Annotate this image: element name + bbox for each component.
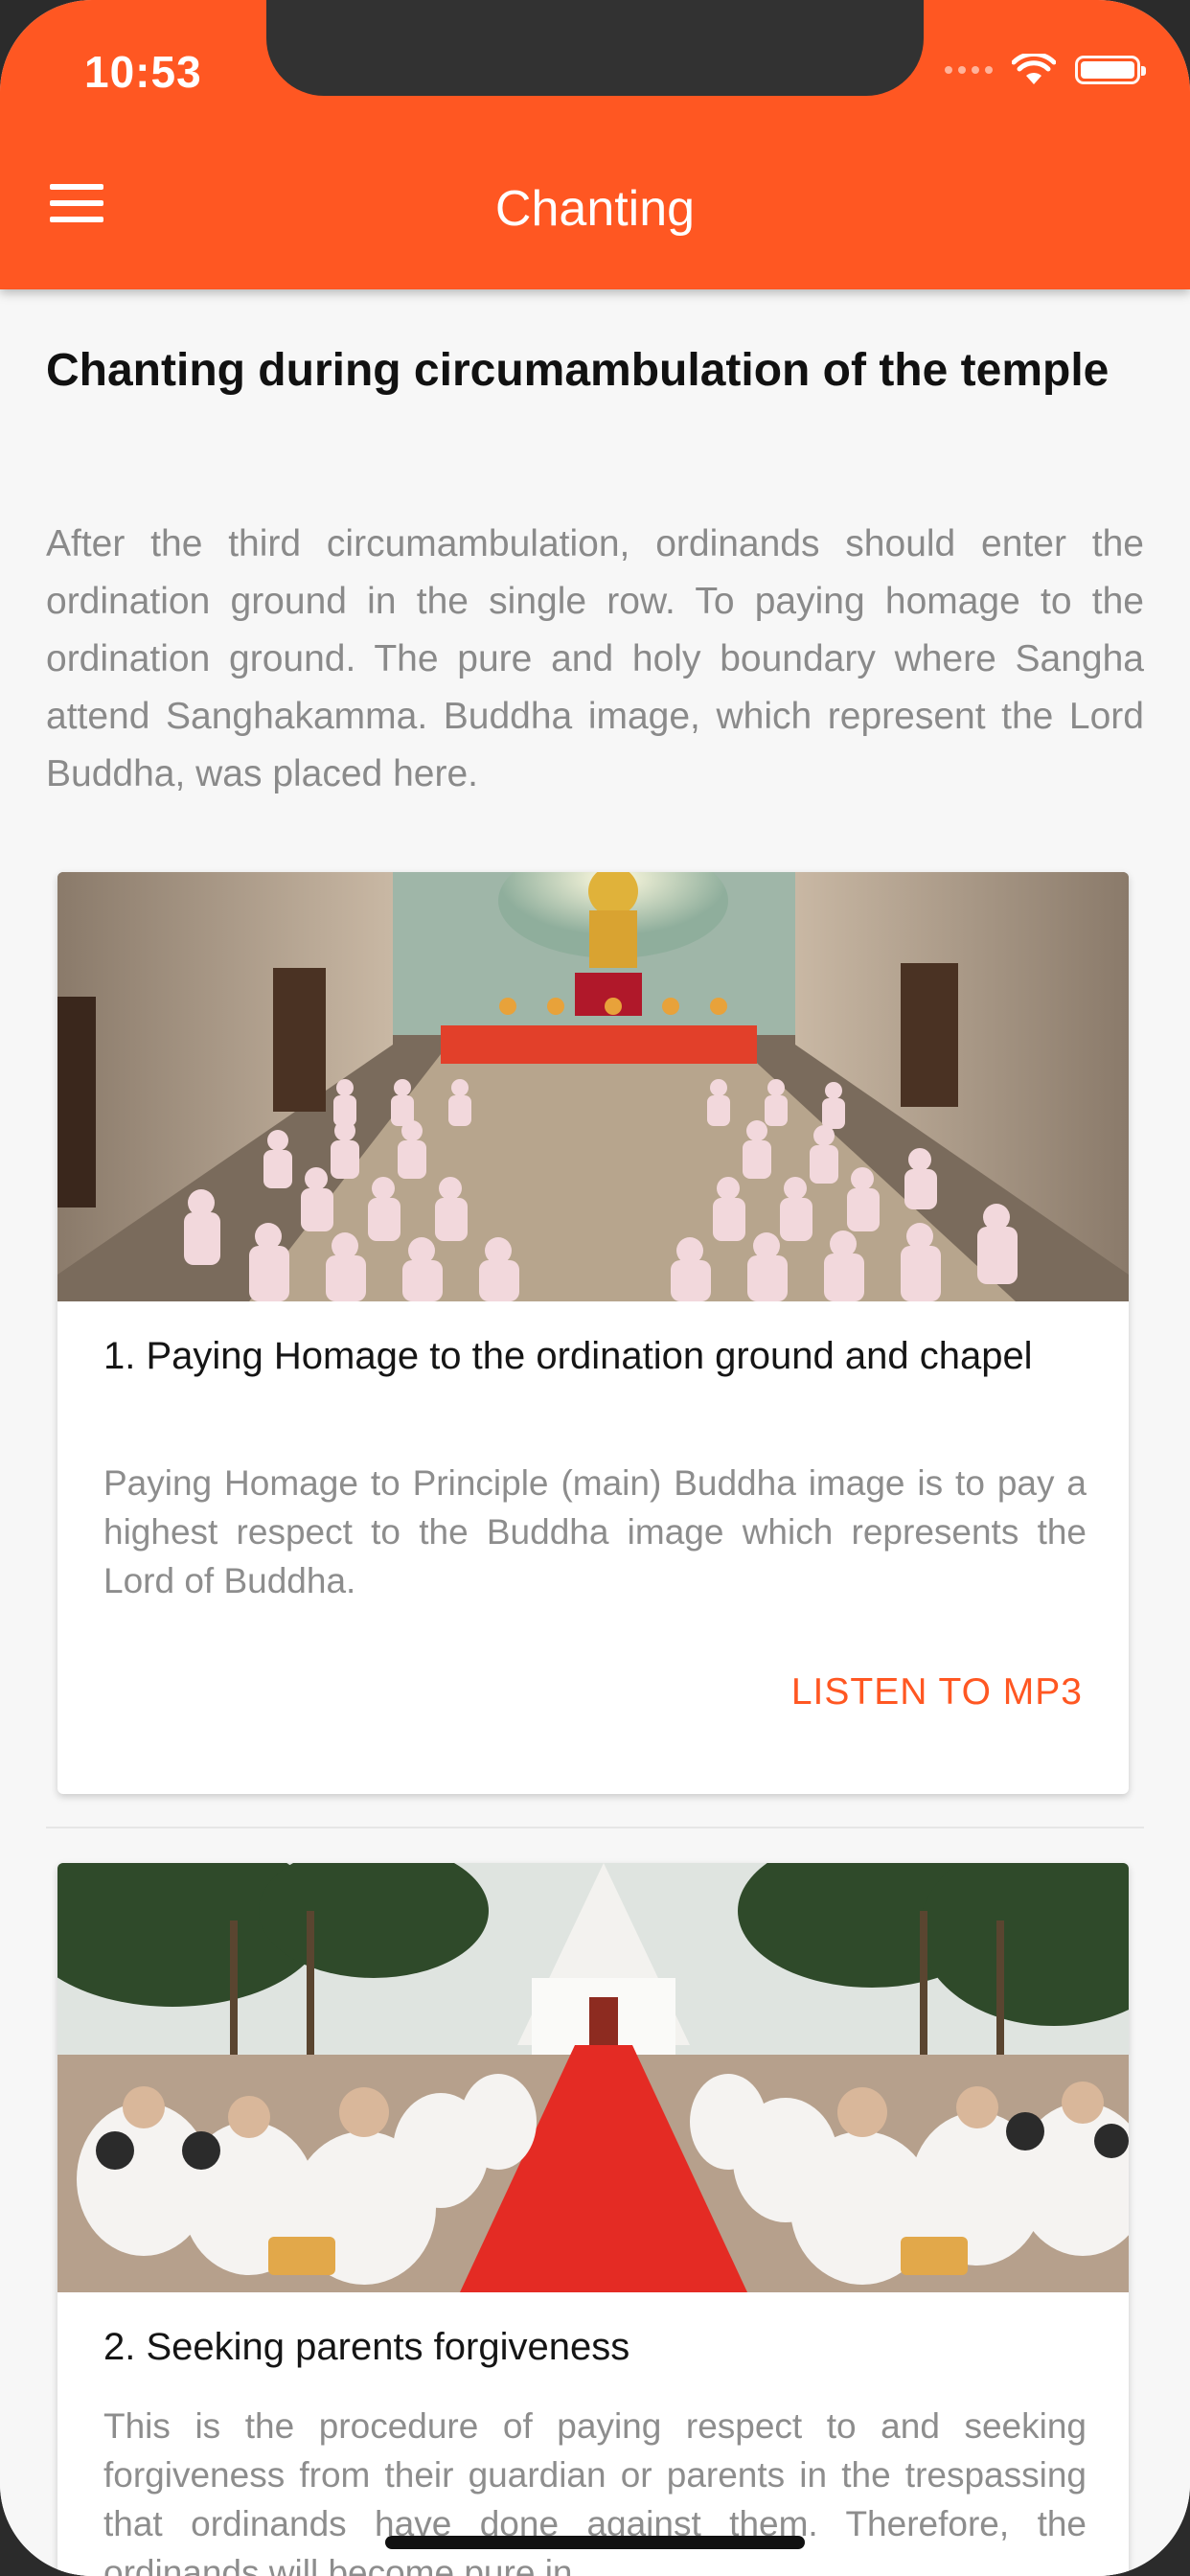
section-description: After the third circumambulation, ordina…: [46, 523, 1144, 794]
chant-card-2: 2. Seeking parents forgiveness This is t…: [57, 1863, 1129, 2576]
section-title: Chanting during circumambulation of the …: [46, 345, 1110, 396]
card-title: 2. Seeking parents forgiveness: [103, 2326, 630, 2368]
monks-in-ordination-hall-photo: [57, 872, 1129, 1301]
card-divider: [46, 1827, 1144, 1828]
home-indicator[interactable]: [385, 2536, 805, 2549]
card-text: Paying Homage to Principle (main) Buddha…: [103, 1463, 1087, 1600]
phone-screen: 10:53 Chanting Chanting during circumamb…: [0, 0, 1190, 2576]
cellular-signal-icon: [945, 66, 993, 74]
main-content[interactable]: Chanting during circumambulation of the …: [0, 289, 1190, 2576]
battery-icon: [1075, 56, 1146, 84]
ordinands-seeking-forgiveness-outdoor-photo: [57, 1863, 1129, 2292]
status-icons: [945, 54, 1146, 86]
card-title: 1. Paying Homage to the ordination groun…: [103, 1335, 1033, 1377]
card-text: This is the procedure of paying respect …: [103, 2406, 1087, 2576]
status-time: 10:53: [84, 47, 202, 97]
wifi-icon: [1012, 54, 1056, 84]
chant-card-1: 1. Paying Homage to the ordination groun…: [57, 872, 1129, 1794]
listen-mp3-button[interactable]: LISTEN TO MP3: [791, 1671, 1083, 1714]
app-title: Chanting: [494, 181, 696, 237]
device-notch: [266, 0, 924, 96]
